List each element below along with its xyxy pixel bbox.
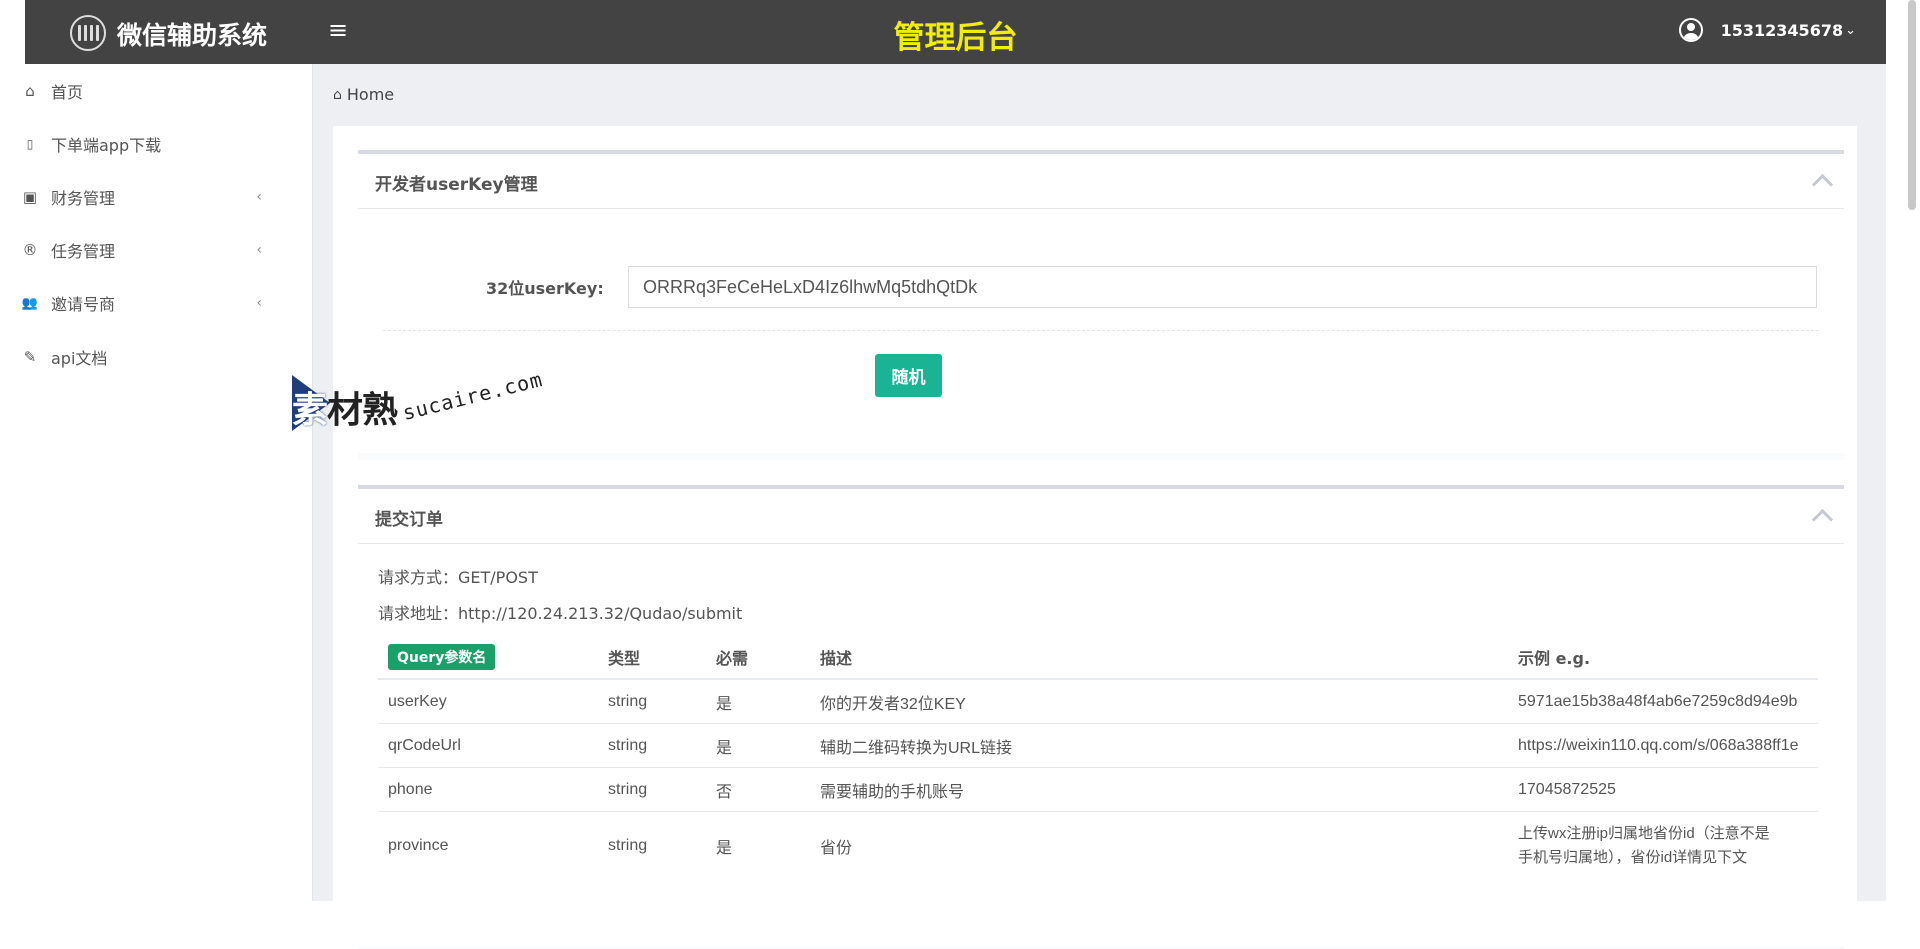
table-header-row: Query参数名 类型 必需 描述 示例 e.g. xyxy=(378,636,1818,680)
param-description: 需要辅助的手机账号 xyxy=(810,767,1508,812)
table-row: phone string 否 需要辅助的手机账号 17045872525 xyxy=(378,767,1818,812)
money-icon: ▣ xyxy=(22,188,38,206)
mobile-icon: ▯ xyxy=(26,137,34,151)
param-type: string xyxy=(598,811,706,880)
sidebar-item-finance[interactable]: ▣ 财务管理 ‹ xyxy=(0,177,312,217)
param-example: 5971ae15b38a48f4ab6e7259c8d94e9b xyxy=(1508,678,1818,724)
param-required: 是 xyxy=(706,678,810,724)
user-avatar-icon xyxy=(1678,18,1703,42)
example-line: 上传wx注册ip归属地省份id（注意不是 xyxy=(1518,825,1770,842)
random-button[interactable]: 随机 xyxy=(875,354,942,397)
sidebar: ⌂ 首页 ▯ 下单端app下载 ▣ 财务管理 ‹ ® 任务管理 ‹ 👥 邀请号商… xyxy=(0,64,313,901)
content-panel: 开发者userKey管理 32位userKey: 随机 提交订单 请求方式：GE… xyxy=(333,126,1857,949)
column-header: 描述 xyxy=(810,636,1508,680)
user-name: 15312345678 xyxy=(1720,20,1844,40)
column-header: 必需 xyxy=(706,636,810,680)
table-row: province string 是 省份 上传wx注册ip归属地省份id（注意不… xyxy=(378,811,1818,880)
page-title: 管理后台 xyxy=(893,20,1018,56)
panel-body: 请求方式：GET/POST 请求地址：http://120.24.213.32/… xyxy=(358,544,1844,946)
panel-header: 提交订单 xyxy=(358,489,1844,544)
request-method: 请求方式：GET/POST xyxy=(378,568,538,587)
sidebar-item-label: 任务管理 xyxy=(51,242,116,261)
param-name: province xyxy=(378,811,598,880)
sidebar-item-home[interactable]: ⌂ 首页 xyxy=(0,71,312,111)
sidebar-item-tasks[interactable]: ® 任务管理 ‹ xyxy=(0,230,312,270)
userkey-input[interactable] xyxy=(628,266,1817,308)
param-type: string xyxy=(598,767,706,812)
panel-title: 开发者userKey管理 xyxy=(375,175,538,195)
table-row: qrCodeUrl string 是 辅助二维码转换为URL链接 https:/… xyxy=(378,723,1818,768)
param-required: 否 xyxy=(706,767,810,812)
main-content: ⌂ Home 开发者userKey管理 32位userKey: 随机 提交订单 xyxy=(313,64,1886,949)
example-line: 手机号归属地），省份id详情见下文 xyxy=(1518,849,1748,866)
param-required: 是 xyxy=(706,811,810,880)
panel-body: 32位userKey: 随机 xyxy=(358,209,1844,453)
column-header: Query参数名 xyxy=(378,636,598,680)
sidebar-item-invite[interactable]: 👥 邀请号商 ‹ xyxy=(0,283,312,323)
divider xyxy=(383,330,1819,331)
param-type: string xyxy=(598,678,706,724)
user-menu[interactable]: 15312345678 ⌄ xyxy=(1678,18,1856,42)
chevron-left-icon: ‹ xyxy=(256,295,262,311)
panel-title: 提交订单 xyxy=(375,510,443,530)
query-param-badge: Query参数名 xyxy=(388,644,496,670)
param-type: string xyxy=(598,723,706,768)
param-example: https://weixin110.qq.com/s/068a388ff1e xyxy=(1508,723,1818,768)
param-name: qrCodeUrl xyxy=(378,723,598,768)
param-example: 17045872525 xyxy=(1508,767,1818,812)
home-icon: ⌂ xyxy=(25,82,35,100)
userkey-label: 32位userKey: xyxy=(486,279,604,298)
param-name: phone xyxy=(378,767,598,812)
scrollbar-thumb[interactable] xyxy=(1908,0,1916,210)
sidebar-item-app-download[interactable]: ▯ 下单端app下载 xyxy=(0,124,312,164)
panel-header: 开发者userKey管理 xyxy=(358,154,1844,209)
registered-icon: ® xyxy=(22,241,38,259)
column-header: 示例 e.g. xyxy=(1508,636,1818,680)
sidebar-item-api-docs[interactable]: ✎ api文档 xyxy=(0,337,312,377)
breadcrumb[interactable]: ⌂ Home xyxy=(333,85,394,104)
users-icon: 👥 xyxy=(21,295,39,311)
collapse-icon[interactable] xyxy=(1811,173,1834,196)
chevron-left-icon: ‹ xyxy=(256,189,262,205)
sidebar-item-label: 邀请号商 xyxy=(51,295,116,314)
sidebar-item-label: api文档 xyxy=(51,349,108,368)
param-name: userKey xyxy=(378,678,598,724)
collapse-icon[interactable] xyxy=(1811,508,1834,531)
chevron-down-icon: ⌄ xyxy=(1845,22,1856,38)
pencil-icon: ✎ xyxy=(23,348,37,366)
param-required: 是 xyxy=(706,723,810,768)
param-description: 你的开发者32位KEY xyxy=(810,678,1508,724)
sidebar-item-label: 下单端app下载 xyxy=(51,136,162,155)
sidebar-item-label: 首页 xyxy=(51,83,84,102)
param-example: 上传wx注册ip归属地省份id（注意不是 手机号归属地），省份id详情见下文 xyxy=(1508,811,1818,880)
chevron-left-icon: ‹ xyxy=(256,242,262,258)
column-header: 类型 xyxy=(598,636,706,680)
page-scrollbar[interactable] xyxy=(1886,0,1920,901)
param-description: 辅助二维码转换为URL链接 xyxy=(810,723,1508,768)
home-icon: ⌂ xyxy=(333,86,342,103)
request-url: 请求地址：http://120.24.213.32/Qudao/submit xyxy=(378,604,743,623)
param-description: 省份 xyxy=(810,811,1508,880)
table-row: userKey string 是 你的开发者32位KEY 5971ae15b38… xyxy=(378,678,1818,724)
userkey-panel: 开发者userKey管理 32位userKey: 随机 xyxy=(358,150,1844,460)
sidebar-item-label: 财务管理 xyxy=(51,189,116,208)
top-header: 微信辅助系统 ≡ 管理后台 15312345678 ⌄ xyxy=(25,0,1886,64)
submit-order-panel: 提交订单 请求方式：GET/POST 请求地址：http://120.24.21… xyxy=(358,485,1844,949)
params-table: Query参数名 类型 必需 描述 示例 e.g. userKey string… xyxy=(378,636,1818,880)
breadcrumb-home-label: Home xyxy=(346,85,395,104)
